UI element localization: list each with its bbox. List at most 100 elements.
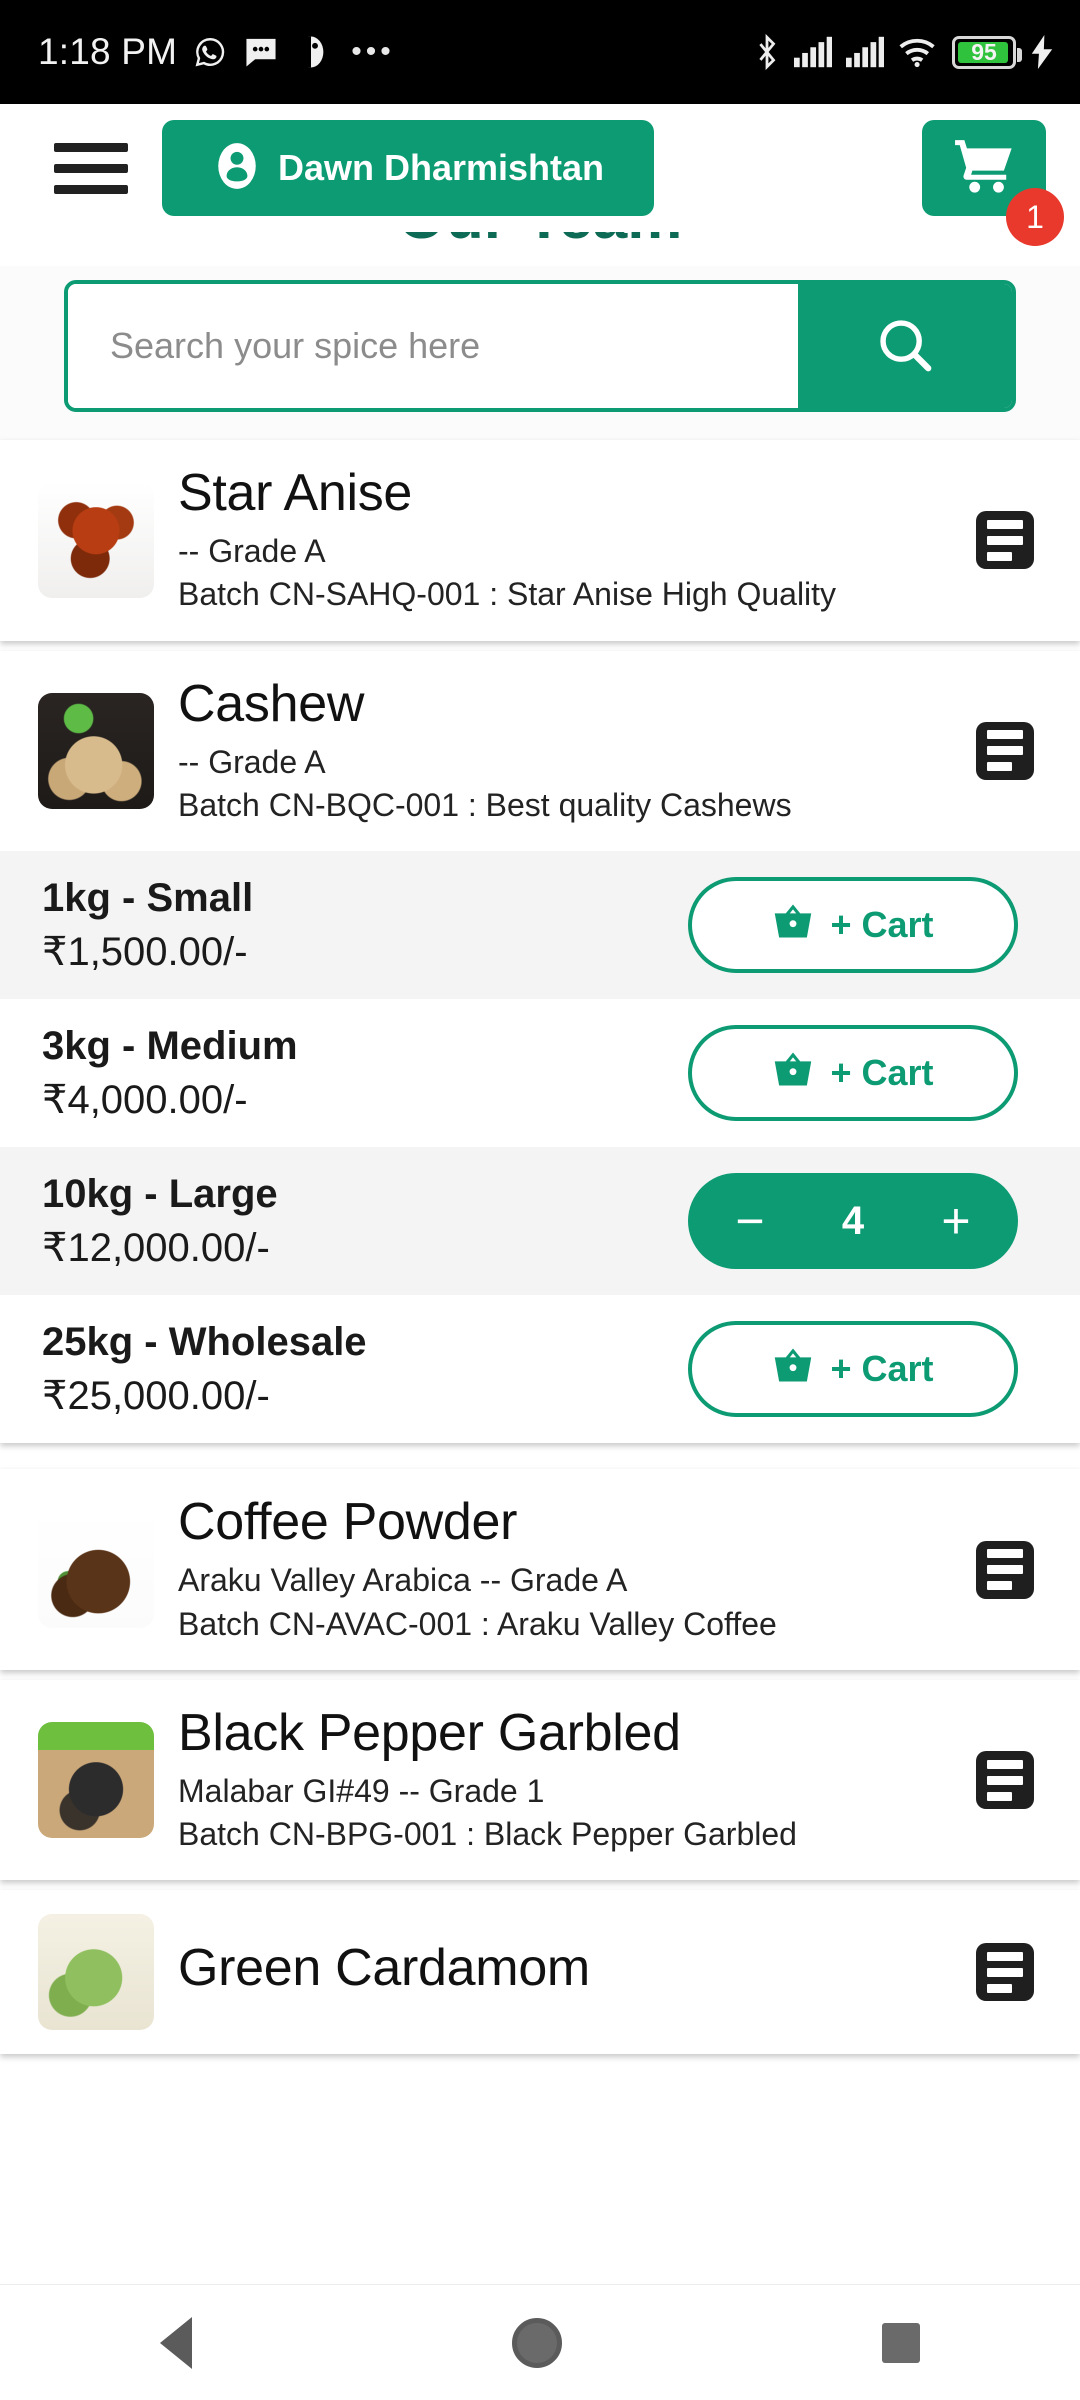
signal-sim2-icon: [846, 36, 884, 68]
list-line: [987, 1791, 1013, 1801]
product-subtitle: -- Grade A: [178, 743, 326, 780]
product-title: Star Anise: [178, 464, 413, 522]
product-card[interactable]: Green Cardamom: [0, 1890, 1080, 2055]
account-button[interactable]: Dawn Dharmishtan: [162, 120, 654, 216]
cart-badge-count: 1: [1006, 188, 1064, 246]
search-box[interactable]: [64, 280, 1016, 412]
status-bar-left: 1:18 PM •••: [38, 31, 395, 73]
add-to-cart-button[interactable]: + Cart: [688, 1025, 1018, 1122]
list-line: [987, 1951, 1023, 1961]
product-batch: Batch CN-SAHQ-001 : Star Anise High Qual…: [178, 576, 837, 613]
account-name-label: Dawn Dharmishtan: [277, 147, 605, 188]
quantity-value: 4: [841, 1198, 865, 1243]
variant-meta: 25kg - Wholesale ₹25,000.00/-: [42, 1317, 367, 1421]
product-info: Green Cardamom: [178, 1939, 952, 2005]
list-line: [987, 1565, 1023, 1575]
signal-sim1-icon: [794, 36, 832, 68]
basket-icon: [772, 902, 814, 949]
product-batch: Batch CN-AVAC-001 : Araku Valley Coffee: [178, 1605, 777, 1642]
product-info: Black Pepper Garbled Malabar GI#49 -- Gr…: [178, 1704, 952, 1857]
list-line: [987, 1983, 1013, 1993]
product-card[interactable]: Black Pepper Garbled Malabar GI#49 -- Gr…: [0, 1679, 1080, 1881]
product-info: Coffee Powder Araku Valley Arabica -- Gr…: [178, 1493, 952, 1646]
product-subtitle: Araku Valley Arabica -- Grade A: [178, 1562, 628, 1599]
product-row[interactable]: Green Cardamom: [0, 1890, 1080, 2054]
product-thumbnail: [38, 1722, 154, 1839]
product-thumbnail: [38, 1914, 154, 2031]
android-nav-bar: [0, 2284, 1080, 2400]
decrement-button[interactable]: −: [722, 1193, 778, 1249]
list-details-icon[interactable]: [976, 1540, 1034, 1599]
variant-price: ₹1,500.00/-: [42, 930, 248, 975]
quantity-stepper[interactable]: − 4 +: [688, 1173, 1018, 1270]
search-submit-button[interactable]: [798, 284, 1012, 408]
status-bar-right: 95: [754, 34, 1054, 70]
list-details-icon[interactable]: [976, 1751, 1034, 1810]
product-row[interactable]: Cashew -- Grade A Batch CN-BQC-001 : Bes…: [0, 651, 1080, 852]
battery-percent: 95: [971, 38, 997, 65]
product-batch: Batch CN-BPG-001 : Black Pepper Garbled: [178, 1816, 797, 1853]
variant-label: 3kg - Medium: [42, 1024, 298, 1069]
whatsapp-icon: [193, 35, 227, 69]
increment-button[interactable]: +: [928, 1193, 984, 1249]
product-card[interactable]: Coffee Powder Araku Valley Arabica -- Gr…: [0, 1469, 1080, 1670]
product-thumbnail: [38, 482, 154, 599]
variant-price: ₹12,000.00/-: [42, 1226, 270, 1271]
add-to-cart-button[interactable]: + Cart: [688, 1321, 1018, 1418]
add-to-cart-button[interactable]: + Cart: [688, 877, 1018, 974]
search-icon: [874, 314, 936, 379]
product-row[interactable]: Black Pepper Garbled Malabar GI#49 -- Gr…: [0, 1680, 1080, 1881]
person-icon: [212, 141, 262, 196]
product-card[interactable]: Cashew -- Grade A Batch CN-BQC-001 : Bes…: [0, 650, 1080, 1444]
list-details-icon[interactable]: [976, 1943, 1034, 2002]
message-icon: [243, 36, 279, 68]
section-gap: [0, 1453, 1080, 1470]
hamburger-bar: [54, 142, 128, 152]
status-time: 1:18 PM: [38, 31, 178, 72]
add-to-cart-label: + Cart: [830, 1052, 934, 1094]
hamburger-menu-icon[interactable]: [54, 142, 128, 194]
variant-row: 25kg - Wholesale ₹25,000.00/- + Cart: [0, 1295, 1080, 1444]
list-details-icon[interactable]: [976, 511, 1034, 570]
charging-bolt-icon: [1030, 35, 1054, 69]
product-card[interactable]: Star Anise -- Grade A Batch CN-SAHQ-001 …: [0, 440, 1080, 641]
phone-screen: 1:18 PM ••• 95 Dawn Dharmishtan 1 Search…: [0, 0, 1080, 2400]
product-title: Green Cardamom: [178, 1939, 590, 1998]
hamburger-bar: [54, 184, 128, 194]
battery-icon: 95: [952, 35, 1022, 69]
product-title: Black Pepper Garbled: [178, 1703, 681, 1762]
overflow-dots-icon: •••: [351, 35, 395, 68]
list-line: [987, 1967, 1023, 1977]
home-circle-icon[interactable]: [512, 2317, 562, 2368]
list-line: [987, 1759, 1023, 1769]
add-to-cart-label: + Cart: [830, 1348, 934, 1390]
list-line: [987, 519, 1023, 529]
list-line: [987, 1581, 1013, 1591]
variant-price: ₹25,000.00/-: [42, 1374, 270, 1419]
page-title-clipped: Our Team: [0, 232, 1080, 266]
product-row[interactable]: Coffee Powder Araku Valley Arabica -- Gr…: [0, 1469, 1080, 1670]
product-row[interactable]: Star Anise -- Grade A Batch CN-SAHQ-001 …: [0, 440, 1080, 641]
product-thumbnail: [38, 692, 154, 809]
shopping-cart-icon: [953, 137, 1015, 200]
back-triangle-icon[interactable]: [160, 2316, 192, 2369]
product-batch: Batch CN-BQC-001 : Best quality Cashews: [178, 787, 792, 824]
cart-area: 1: [922, 120, 1064, 246]
hamburger-bar: [54, 163, 128, 173]
product-title: Coffee Powder: [178, 1493, 518, 1552]
list-details-icon[interactable]: [976, 721, 1034, 780]
product-info: Cashew -- Grade A Batch CN-BQC-001 : Bes…: [178, 675, 952, 828]
list-line: [987, 535, 1023, 545]
app-header: Dawn Dharmishtan 1: [0, 104, 1080, 246]
list-line: [987, 1775, 1023, 1785]
recents-square-icon[interactable]: [882, 2322, 920, 2363]
variant-label: 25kg - Wholesale: [42, 1320, 367, 1365]
search-input[interactable]: [68, 284, 798, 408]
list-line: [987, 1549, 1023, 1559]
product-subtitle: Malabar GI#49 -- Grade 1: [178, 1773, 545, 1810]
variant-row: 1kg - Small ₹1,500.00/- + Cart: [0, 851, 1080, 1000]
variant-price: ₹4,000.00/-: [42, 1078, 248, 1123]
variant-meta: 3kg - Medium ₹4,000.00/-: [42, 1021, 298, 1125]
variant-meta: 1kg - Small ₹1,500.00/-: [42, 873, 253, 977]
content-scroll-area[interactable]: Our Team Star Anise -- Grade A Batch CN-…: [0, 232, 1080, 2284]
